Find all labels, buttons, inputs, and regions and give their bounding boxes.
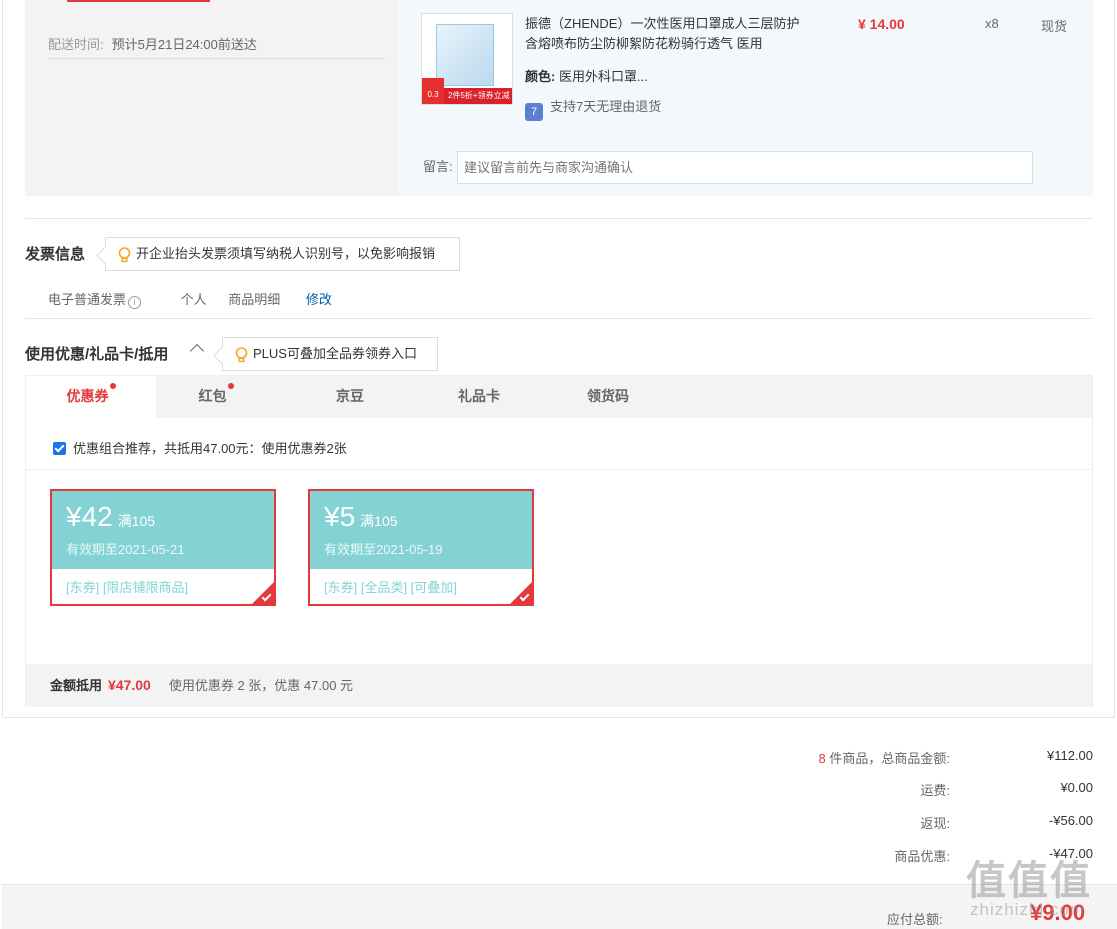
return-policy: 7 支持7天无理由退货 xyxy=(525,96,661,121)
summary-discount-label: 商品优惠: xyxy=(894,849,950,864)
info-icon[interactable]: i xyxy=(128,296,142,309)
color-label: 颜色: xyxy=(525,69,556,84)
color-value: 医用外科口罩... xyxy=(558,69,648,84)
coupon-summary-amount: ¥47.00 xyxy=(108,677,151,693)
promo-tag: 0.3 xyxy=(422,78,444,104)
shipment-section: 配送时间: 预计5月21日24:00前送达 2件5折+领券立减 0.3 振德（ZH… xyxy=(25,0,1093,196)
summary-rebate-label: 返现: xyxy=(920,816,950,831)
product-color: 颜色: 医用外科口罩... xyxy=(525,66,648,85)
tab-red-packet[interactable]: 红包 xyxy=(156,376,276,418)
seven-day-return-icon: 7 xyxy=(525,103,543,121)
coupon-amount: ¥42 满105 xyxy=(66,501,156,532)
coupon-card[interactable]: ¥42 满105 有效期至2021-05-21 [东券] [限店铺限商品] xyxy=(50,489,276,606)
stock-status: 现货 xyxy=(1041,19,1068,34)
watermark-site: zhizhizhi.com xyxy=(970,900,1086,919)
invoice-edit-link[interactable]: 修改 xyxy=(306,292,332,307)
frame-bottom-border xyxy=(2,717,1115,718)
combo-text: 优惠组合推荐，共抵用47.00元：使用优惠券2张 xyxy=(73,441,347,456)
product-price: ¥ 14.00 xyxy=(858,16,905,32)
selected-corner xyxy=(510,582,532,604)
invoice-title: 发票信息 xyxy=(25,246,86,263)
coupon-validity: 有效期至2021-05-19 xyxy=(324,542,443,557)
coupon-condition: 满105 xyxy=(360,513,398,529)
goods-panel: 2件5折+领券立减 0.3 振德（ZHENDE）一次性医用口罩成人三层防护含熔喷… xyxy=(398,0,1093,196)
divider xyxy=(25,318,1093,319)
notification-dot xyxy=(227,383,234,389)
summary-goods-value: ¥112.00 xyxy=(1046,748,1093,763)
coupons-title: 使用优惠/礼品卡/抵用 xyxy=(25,346,169,363)
message-input[interactable] xyxy=(457,151,1033,184)
summary-goods-label: 8 件商品，总商品金额: xyxy=(818,751,950,766)
plus-coupon-tip[interactable]: PLUS可叠加全品券领券入口 xyxy=(222,337,438,371)
tab-gift-card[interactable]: 礼品卡 xyxy=(419,376,539,418)
lightbulb-icon xyxy=(235,347,248,363)
message-label: 留言: xyxy=(423,159,453,174)
chevron-up-icon[interactable] xyxy=(189,343,205,359)
coupon-header: ¥42 满105 有效期至2021-05-21 xyxy=(52,491,274,569)
tab-coupons[interactable]: 优惠券 xyxy=(26,376,156,418)
pay-total-label: 应付总额: xyxy=(887,912,943,927)
coupon-summary-desc: 使用优惠券 2 张，优惠 47.00 元 xyxy=(168,678,354,693)
product-thumbnail[interactable]: 2件5折+领券立减 0.3 xyxy=(421,13,513,105)
summary-freight-value: ¥0.00 xyxy=(1060,780,1093,795)
invoice-tip-text: 开企业抬头发票须填写纳税人识别号，以免影响报销 xyxy=(136,246,436,261)
coupon-header: ¥5 满105 有效期至2021-05-19 xyxy=(310,491,532,569)
payment-bar xyxy=(2,884,1117,929)
summary-rebate-value: -¥56.00 xyxy=(1048,813,1093,828)
divider xyxy=(26,469,1092,470)
watermark-logo: 值值值 xyxy=(966,859,1092,903)
coupon-summary-label: 金额抵用 xyxy=(50,678,103,693)
coupon-tabs: 优惠券 红包 京豆 礼品卡 领货码 xyxy=(26,376,1092,418)
selected-corner xyxy=(252,582,274,604)
coupon-summary-bar: 金额抵用 ¥47.00 使用优惠券 2 张，优惠 47.00 元 xyxy=(26,664,1092,707)
notification-dot xyxy=(109,383,116,389)
coupon-panel: 优惠券 红包 京豆 礼品卡 领货码 优惠组合推荐，共抵用47.00元：使用优惠券… xyxy=(25,375,1093,707)
delivery-time-value: 预计5月21日24:00前送达 xyxy=(111,37,257,52)
divider xyxy=(25,218,1093,219)
shipment-tab-indicator xyxy=(67,0,210,2)
plus-coupon-tip-text: PLUS可叠加全品券领券入口 xyxy=(253,346,417,361)
frame-right-border xyxy=(1114,0,1115,718)
delivery-time: 配送时间: 预计5月21日24:00前送达 xyxy=(48,34,257,53)
invoice-details: 电子普通发票 i 个人 商品明细 修改 xyxy=(48,289,350,309)
coupon-card[interactable]: ¥5 满105 有效期至2021-05-19 [东券] [全品类] [可叠加] xyxy=(308,489,534,606)
product-title[interactable]: 振德（ZHENDE）一次性医用口罩成人三层防护含熔喷布防尘防柳絮防花粉骑行透气 … xyxy=(525,14,805,54)
invoice-owner: 个人 xyxy=(180,292,207,307)
item-count: 8 xyxy=(818,751,826,766)
invoice-content: 商品明细 xyxy=(228,292,281,307)
coupon-validity: 有效期至2021-05-21 xyxy=(66,542,185,557)
site-watermark: 值值值 zhizhizhi.com xyxy=(966,848,1106,928)
product-quantity: x8 xyxy=(985,16,999,31)
delivery-time-label: 配送时间: xyxy=(48,37,104,52)
invoice-type: 电子普通发票 i xyxy=(48,292,159,309)
combo-checkbox[interactable] xyxy=(53,442,66,455)
summary-freight-label: 运费: xyxy=(920,783,950,798)
coupon-condition: 满105 xyxy=(117,513,156,529)
tab-jingdou[interactable]: 京豆 xyxy=(290,376,410,418)
divider xyxy=(48,58,385,59)
coupon-combo-recommendation[interactable]: 优惠组合推荐，共抵用47.00元：使用优惠券2张 xyxy=(53,438,347,457)
return-policy-text: 支持7天无理由退货 xyxy=(550,99,662,114)
product-box-image xyxy=(436,24,494,86)
invoice-tip: 开企业抬头发票须填写纳税人识别号，以免影响报销 xyxy=(105,237,460,271)
frame-left-border xyxy=(2,0,3,718)
coupon-scope: [东券] [限店铺限商品] xyxy=(66,580,189,595)
tab-pickup-code[interactable]: 领货码 xyxy=(548,376,668,418)
lightbulb-icon xyxy=(118,247,131,263)
coupon-scope: [东券] [全品类] [可叠加] xyxy=(324,580,457,595)
coupon-amount: ¥5 满105 xyxy=(324,501,398,532)
